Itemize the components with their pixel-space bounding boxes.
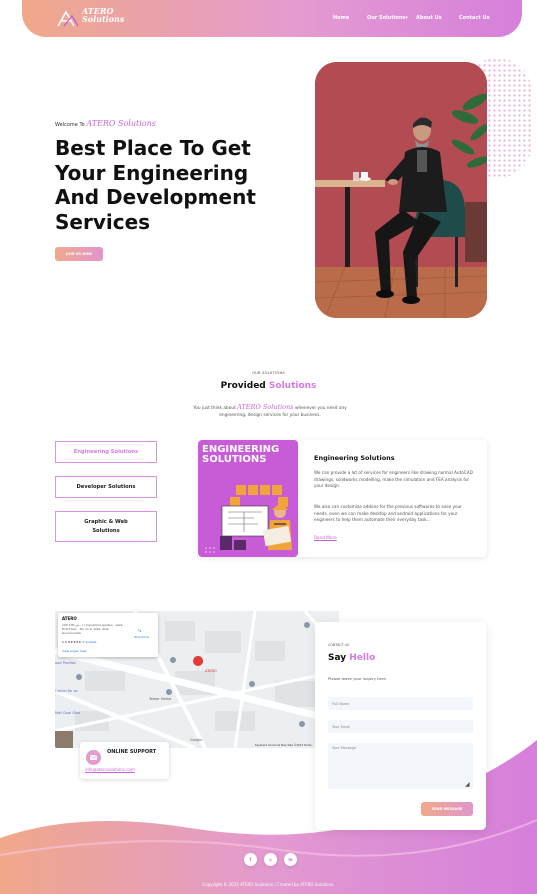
view-larger-map-link[interactable]: View larger map	[62, 649, 87, 653]
map-label-3: Mall Dual Giza	[55, 711, 81, 715]
map-rating-value: 5.0 ★★★★★	[62, 640, 82, 644]
message-field[interactable]	[328, 743, 473, 789]
map-place-address: 100 ش 100 - (-) Dynamics garden - Giza, …	[62, 623, 124, 635]
solutions-desc-prefix: You just think about	[193, 406, 236, 411]
send-message-button[interactable]: SEND MESSAGE	[421, 802, 473, 816]
contact-title: Say Hello	[328, 653, 375, 663]
map-place-rating: 5.0 ★★★★★ 3 reviews	[62, 640, 97, 644]
textarea-resize-handle[interactable]: ◢	[465, 781, 470, 788]
card-paragraph-2: We also can customize addons for the pre…	[314, 504, 462, 523]
support-email-link[interactable]: info@aterosolutions.com	[85, 767, 135, 772]
full-name-field[interactable]	[328, 697, 473, 710]
hero-welcome: Welcome To ATERO Solutions	[55, 119, 156, 128]
instagram-icon[interactable]: ◎	[264, 853, 277, 866]
chevron-down-icon: ▾	[405, 15, 408, 21]
tab-graphic-web-solutions[interactable]: Graphic & Web Solutions	[55, 511, 157, 542]
linkedin-icon[interactable]: in	[284, 853, 297, 866]
directions-icon: ⤷	[138, 627, 142, 634]
engineer-illustration	[205, 485, 292, 553]
map-reviews-link[interactable]: 3 reviews	[82, 640, 96, 644]
engineering-solutions-image: ENGINEERING SOLUTIONS	[198, 440, 298, 557]
card-title: Engineering Solutions	[314, 454, 395, 462]
card-paragraph-1: We can provide a lot of services for eng…	[314, 470, 473, 489]
contact-title-plain: Say	[328, 653, 347, 663]
nav-about-us[interactable]: About Us	[416, 15, 442, 21]
map-pin-label: ATERO	[205, 669, 217, 673]
map-label-1: oad Pavilion	[55, 661, 77, 665]
nav-our-solutions-label: Our Solutions	[367, 15, 406, 21]
hero-photo	[315, 62, 487, 318]
read-more-link[interactable]: Read More	[314, 536, 337, 541]
contact-form: CONTACT US Say Hello Please leave your i…	[315, 622, 486, 830]
directions-link[interactable]: ⤷ Directions	[134, 627, 149, 639]
hero-title: Best Place To Get Your Engineering And D…	[55, 136, 256, 234]
map-footer-note[interactable]: Keyboard shortcuts Map data ©2023 Terms	[255, 744, 312, 747]
contact-title-highlight: Hello	[349, 653, 376, 663]
solutions-title-highlight: Solutions	[268, 381, 317, 391]
solutions-description: You just think about ATERO Solutions whe…	[193, 403, 347, 419]
solutions-kicker: OUR SOLUTIONS	[252, 371, 285, 375]
logo-text: ATERO Solutions	[82, 7, 124, 23]
google-watermark: Google	[190, 738, 203, 742]
businessman-illustration	[315, 62, 487, 318]
contact-subtitle: Please leave your inquiry here.	[328, 676, 387, 681]
solutions-title-plain: Provided	[220, 381, 266, 391]
directions-label: Directions	[134, 635, 150, 639]
solutions-title: Provided Solutions	[0, 381, 537, 391]
welcome-brand: ATERO Solutions	[86, 119, 156, 128]
contact-kicker: CONTACT US	[328, 643, 350, 647]
online-support-title: ONLINE SUPPORT	[107, 749, 157, 755]
page: ATERO Solutions Home Our Solutions▾ Abou…	[0, 0, 537, 894]
logo-text-line-2: Solutions	[82, 14, 125, 24]
map-place-card: ATERO 100 ش 100 - (-) Dynamics garden - …	[58, 613, 158, 657]
solutions-desc-brand: ATERO Solutions	[237, 403, 294, 411]
join-us-button[interactable]: JOIN US NOW	[55, 247, 103, 261]
envelope-icon	[86, 750, 101, 765]
solution-card: ENGINEERING SOLUTIONS Engineering Soluti…	[198, 440, 487, 557]
nav-our-solutions[interactable]: Our Solutions▾	[367, 15, 408, 21]
tab-developer-solutions[interactable]: Developer Solutions	[55, 476, 157, 498]
copyright-text: Copyright © 2022 ATERO Solutions | Creat…	[202, 882, 335, 887]
tab-engineering-solutions[interactable]: Engineering Solutions	[55, 441, 157, 463]
map-label-4: Tamer Home	[149, 697, 172, 701]
top-navigation-bar: ATERO Solutions Home Our Solutions▾ Abou…	[22, 0, 522, 37]
email-field[interactable]	[328, 720, 473, 733]
welcome-prefix: Welcome To	[55, 122, 85, 128]
online-support-card: ONLINE SUPPORT info@aterosolutions.com	[80, 742, 169, 779]
nav-home[interactable]: Home	[333, 15, 349, 21]
nav-contact-us[interactable]: Contact Us	[459, 15, 490, 21]
facebook-icon[interactable]: f	[244, 853, 257, 866]
map-place-name: ATERO	[62, 616, 77, 621]
map-label-2: Option for ac	[55, 689, 78, 693]
